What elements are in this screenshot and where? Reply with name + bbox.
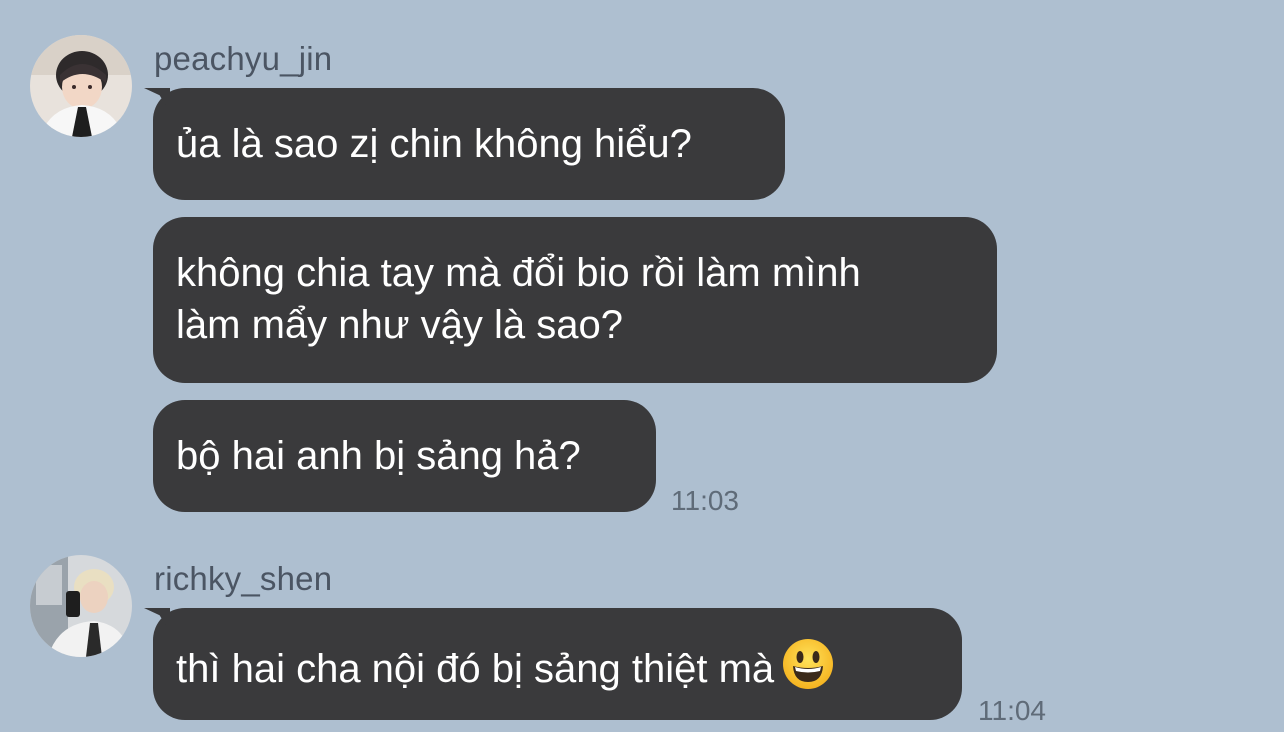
- message-text: thì hai cha nội đó bị sảng thiệt mà: [176, 647, 775, 691]
- message-timestamp: 11:04: [978, 695, 1046, 726]
- message-bubble[interactable]: thì hai cha nội đó bị sảng thiệt mà: [153, 608, 962, 720]
- avatar-richky-shen[interactable]: [30, 555, 132, 657]
- message-line: thì hai cha nội đó bị sảng thiệt mà: [176, 638, 939, 695]
- sender-name: richky_shen: [154, 560, 333, 597]
- message-group-richky-shen: richky_shen thì hai cha nội đó bị sảng t…: [0, 0, 1284, 732]
- grinning-face-emoji-icon: [782, 638, 834, 690]
- chat-area[interactable]: peachyu_jin ủa là sao zị chin không hiểu…: [0, 0, 1284, 732]
